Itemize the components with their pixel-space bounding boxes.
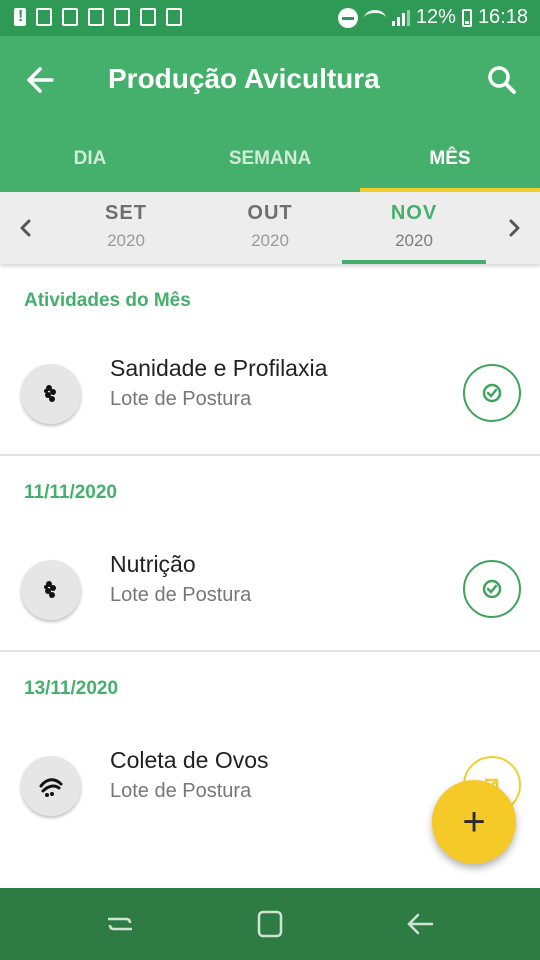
signal-icon — [391, 9, 410, 26]
notification-icons — [14, 8, 182, 26]
item-title: Coleta de Ovos — [110, 747, 269, 773]
chevron-right-icon — [509, 219, 520, 237]
next-month-button[interactable] — [500, 214, 528, 242]
month-name: SET — [105, 202, 147, 224]
hand-eggs-icon — [39, 778, 63, 797]
section-header: 11/11/2020 — [24, 482, 117, 503]
home-icon — [257, 910, 283, 938]
alert-icon — [14, 8, 26, 26]
voicemail-icon — [62, 8, 78, 26]
divider — [0, 454, 540, 456]
activity-avatar — [21, 364, 81, 424]
app-bar: Produção Avicultura DIA SEMANA MÊS — [0, 36, 540, 192]
month-selector: SET 2020 OUT 2020 NOV 2020 — [0, 192, 540, 264]
add-activity-fab[interactable]: + — [432, 780, 516, 864]
status-bar: 12% 16:18 — [0, 0, 540, 36]
item-subtitle: Lote de Postura — [110, 388, 252, 410]
recent-apps-button[interactable] — [102, 908, 138, 940]
selected-month-indicator — [342, 260, 486, 264]
add-icon: + — [462, 800, 486, 844]
item-title: Nutrição — [110, 551, 196, 577]
battery-percent: 12% — [415, 6, 456, 28]
status-done-button[interactable] — [463, 560, 521, 618]
recent-apps-icon — [108, 917, 132, 931]
laptop-icon — [166, 8, 182, 26]
check-circle-icon — [482, 383, 502, 403]
item-subtitle: Lote de Postura — [110, 780, 252, 802]
month-year: 2020 — [395, 231, 433, 250]
activity-avatar — [21, 756, 81, 816]
item-subtitle: Lote de Postura — [110, 584, 252, 606]
tab-semana[interactable]: SEMANA — [180, 132, 360, 192]
check-circle-icon — [482, 579, 502, 599]
back-nav-button[interactable] — [402, 908, 438, 940]
do-not-disturb-icon — [337, 7, 358, 28]
divider — [0, 650, 540, 652]
tab-mes[interactable]: MÊS — [360, 132, 540, 192]
list-item[interactable]: Sanidade e Profilaxia Lote de Postura — [0, 334, 540, 454]
gmail-icon — [36, 8, 52, 26]
chevron-left-icon — [20, 219, 31, 237]
month-year: 2020 — [107, 231, 145, 250]
status-done-button[interactable] — [463, 364, 521, 422]
month-nov[interactable]: NOV 2020 — [342, 202, 486, 251]
activity-avatar — [21, 560, 81, 620]
item-title: Sanidade e Profilaxia — [110, 355, 328, 381]
month-set[interactable]: SET 2020 — [54, 202, 198, 251]
clock: 16:18 — [477, 6, 528, 28]
section-header: 13/11/2020 — [24, 678, 119, 699]
system-nav-bar — [0, 888, 540, 960]
grain-icon — [44, 581, 56, 598]
image-icon — [140, 8, 156, 26]
system-icons: 12% 16:18 — [337, 6, 528, 29]
back-button[interactable] — [22, 62, 62, 98]
lock-icon — [88, 8, 104, 26]
tab-dia[interactable]: DIA — [0, 132, 180, 192]
page-title: Produção Avicultura — [108, 63, 380, 94]
back-nav-icon — [407, 913, 434, 935]
list-item[interactable]: Nutrição Lote de Postura — [0, 530, 540, 650]
month-name: NOV — [390, 202, 438, 224]
wifi-icon — [363, 9, 386, 26]
month-out[interactable]: OUT 2020 — [198, 202, 342, 251]
prev-month-button[interactable] — [12, 214, 40, 242]
month-year: 2020 — [251, 231, 289, 250]
mm-icon — [114, 8, 130, 26]
virus-icon — [44, 385, 56, 402]
search-button[interactable] — [482, 60, 522, 100]
home-button[interactable] — [252, 908, 288, 940]
search-icon — [488, 66, 516, 94]
battery-icon — [461, 8, 472, 27]
tab-bar: DIA SEMANA MÊS — [0, 132, 540, 192]
section-header: Atividades do Mês — [24, 290, 191, 311]
arrow-back-icon — [27, 67, 54, 93]
month-name: OUT — [247, 202, 293, 224]
